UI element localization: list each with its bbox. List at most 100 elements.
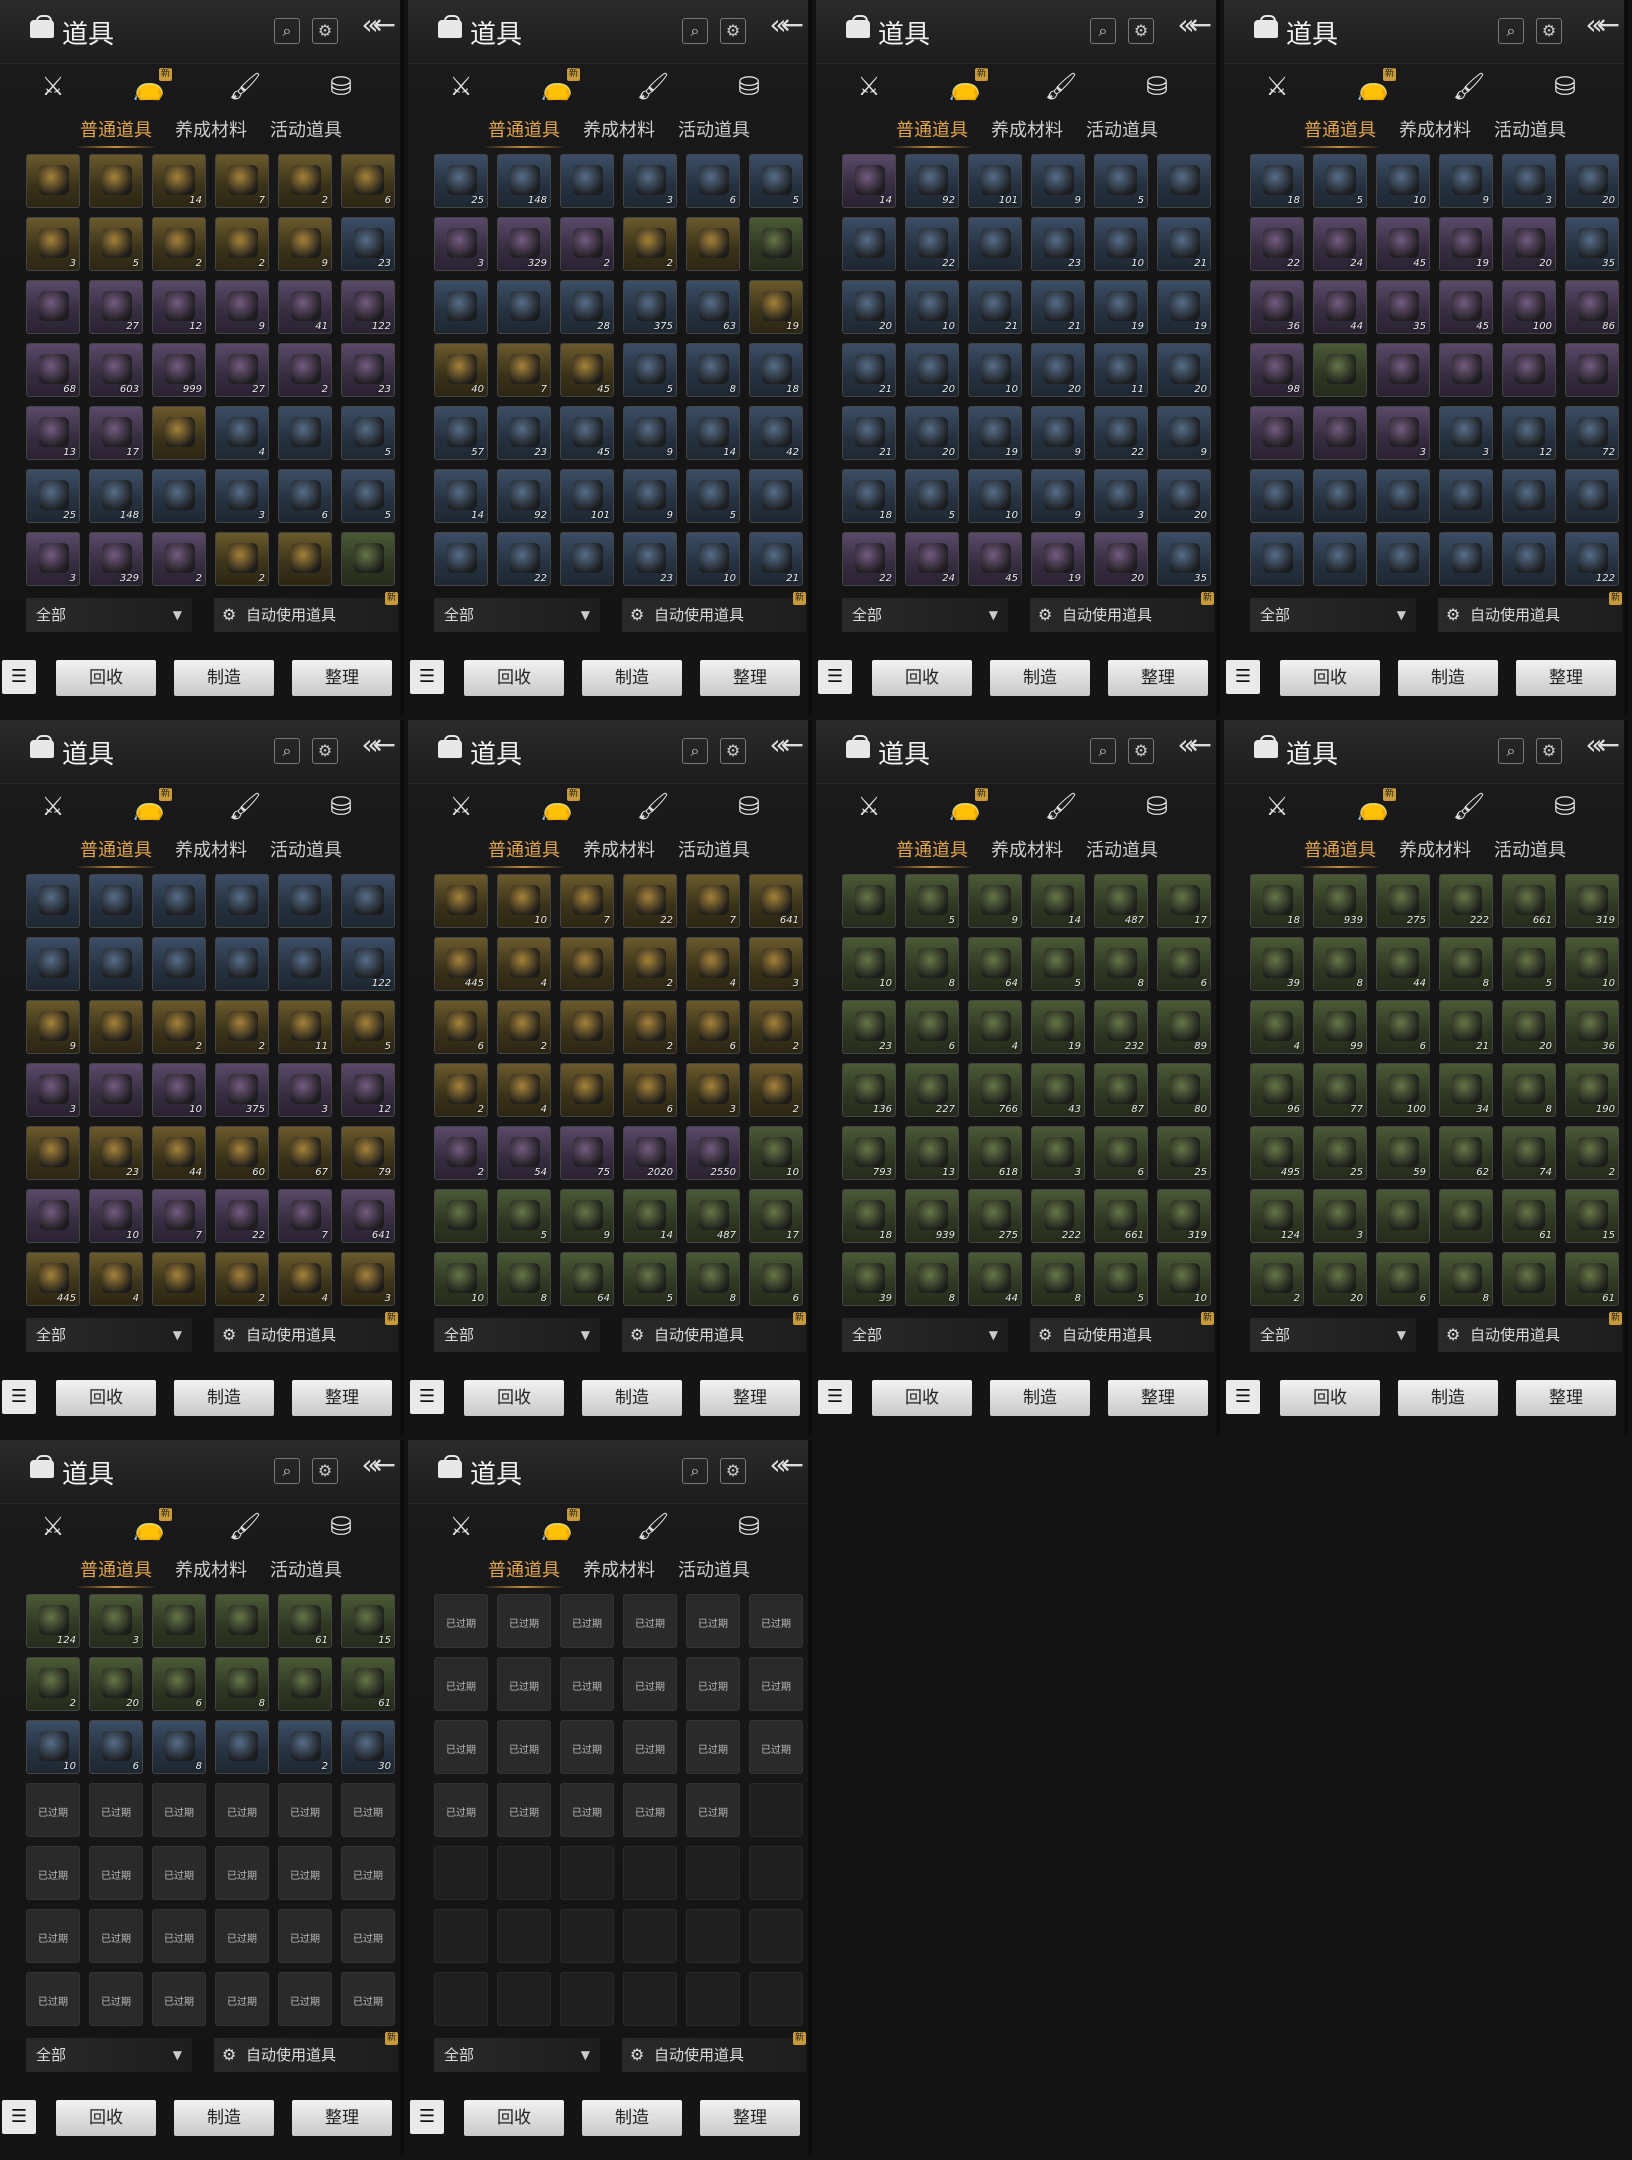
item-slot[interactable]: 45 bbox=[1439, 280, 1493, 334]
item-slot[interactable]: 10 bbox=[686, 532, 740, 586]
item-slot[interactable]: 已过期 bbox=[623, 1594, 677, 1648]
search-button[interactable]: ⌕ bbox=[1498, 738, 1524, 764]
item-slot[interactable]: 40 bbox=[434, 343, 488, 397]
item-slot[interactable] bbox=[434, 1189, 488, 1243]
item-slot[interactable]: 已过期 bbox=[497, 1783, 551, 1837]
scroll-category[interactable]: 🖌 bbox=[636, 790, 670, 824]
item-slot[interactable]: 5 bbox=[89, 217, 143, 271]
coin-category[interactable]: ⛁ bbox=[324, 790, 358, 824]
item-slot[interactable]: 已过期 bbox=[434, 1657, 488, 1711]
item-slot[interactable]: 10 bbox=[905, 280, 959, 334]
item-slot[interactable]: 99 bbox=[1313, 1000, 1367, 1054]
item-slot[interactable]: 8 bbox=[497, 1252, 551, 1306]
sort-button[interactable]: 整理 bbox=[292, 2100, 392, 2136]
tab-1[interactable]: 养成材料 bbox=[175, 836, 247, 862]
item-slot[interactable]: 已过期 bbox=[341, 1909, 395, 1963]
craft-button[interactable]: 制造 bbox=[990, 660, 1090, 696]
item-slot[interactable]: 22 bbox=[497, 532, 551, 586]
search-button[interactable]: ⌕ bbox=[1090, 18, 1116, 44]
item-slot[interactable] bbox=[278, 1657, 332, 1711]
item-slot[interactable]: 72 bbox=[1565, 406, 1619, 460]
item-slot[interactable]: 20 bbox=[1502, 1000, 1556, 1054]
collapse-back-button[interactable]: «← bbox=[1585, 728, 1620, 761]
item-slot[interactable]: 21 bbox=[1031, 280, 1085, 334]
item-slot[interactable]: 136 bbox=[842, 1063, 896, 1117]
scroll-category[interactable]: 🖌 bbox=[1452, 70, 1486, 104]
item-slot[interactable]: 已过期 bbox=[152, 1846, 206, 1900]
item-slot[interactable]: 已过期 bbox=[686, 1720, 740, 1774]
item-slot[interactable]: 86 bbox=[1565, 280, 1619, 334]
item-slot[interactable]: 已过期 bbox=[623, 1783, 677, 1837]
item-slot[interactable]: 329 bbox=[497, 217, 551, 271]
item-slot[interactable]: 10 bbox=[1376, 154, 1430, 208]
item-slot[interactable]: 9 bbox=[623, 406, 677, 460]
scroll-category[interactable]: 🖌 bbox=[1044, 790, 1078, 824]
item-slot[interactable]: 4 bbox=[215, 406, 269, 460]
item-slot[interactable]: 22 bbox=[1094, 406, 1148, 460]
item-slot[interactable] bbox=[560, 1000, 614, 1054]
bag-category[interactable]: 👝 新 bbox=[540, 788, 580, 824]
item-slot[interactable]: 19 bbox=[1031, 532, 1085, 586]
item-slot[interactable]: 25 bbox=[1157, 1126, 1211, 1180]
item-slot[interactable]: 495 bbox=[1250, 1126, 1304, 1180]
item-slot[interactable]: 20 bbox=[1094, 532, 1148, 586]
item-slot[interactable]: 939 bbox=[905, 1189, 959, 1243]
weapon-category[interactable]: ⚔ bbox=[444, 70, 478, 104]
item-slot[interactable] bbox=[434, 874, 488, 928]
item-slot[interactable]: 59 bbox=[1376, 1126, 1430, 1180]
item-slot[interactable]: 25 bbox=[1313, 1126, 1367, 1180]
item-slot[interactable]: 24 bbox=[905, 532, 959, 586]
item-slot[interactable]: 319 bbox=[1157, 1189, 1211, 1243]
item-slot[interactable] bbox=[1439, 1189, 1493, 1243]
scroll-category[interactable]: 🖌 bbox=[1452, 790, 1486, 824]
item-slot[interactable] bbox=[1565, 343, 1619, 397]
item-slot[interactable]: 6 bbox=[905, 1000, 959, 1054]
item-slot[interactable]: 124 bbox=[26, 1594, 80, 1648]
item-slot[interactable]: 25 bbox=[434, 154, 488, 208]
item-slot[interactable]: 19 bbox=[1031, 1000, 1085, 1054]
item-slot[interactable]: 10 bbox=[1157, 1252, 1211, 1306]
item-slot[interactable] bbox=[1502, 1252, 1556, 1306]
item-slot[interactable]: 4 bbox=[497, 1063, 551, 1117]
item-slot[interactable] bbox=[26, 937, 80, 991]
item-slot[interactable]: 2 bbox=[215, 1000, 269, 1054]
item-slot[interactable]: 2020 bbox=[623, 1126, 677, 1180]
item-slot[interactable]: 7 bbox=[215, 154, 269, 208]
item-slot[interactable]: 已过期 bbox=[434, 1783, 488, 1837]
item-slot[interactable] bbox=[26, 874, 80, 928]
item-slot[interactable]: 67 bbox=[278, 1126, 332, 1180]
item-slot[interactable]: 7 bbox=[152, 1189, 206, 1243]
tab-2[interactable]: 活动道具 bbox=[678, 1556, 750, 1582]
recycle-button[interactable]: 回收 bbox=[56, 1380, 156, 1416]
auto-use-items-button[interactable]: ⚙ 自动使用道具 新 bbox=[622, 1312, 806, 1352]
item-slot[interactable]: 4 bbox=[686, 937, 740, 991]
item-slot[interactable]: 已过期 bbox=[560, 1720, 614, 1774]
item-slot[interactable] bbox=[1502, 532, 1556, 586]
item-slot[interactable]: 61 bbox=[341, 1657, 395, 1711]
coin-category[interactable]: ⛁ bbox=[324, 70, 358, 104]
item-slot[interactable]: 7 bbox=[497, 343, 551, 397]
auto-use-items-button[interactable]: ⚙ 自动使用道具 新 bbox=[622, 592, 806, 632]
item-slot[interactable]: 2 bbox=[623, 217, 677, 271]
item-slot[interactable]: 7 bbox=[686, 874, 740, 928]
item-slot[interactable]: 6 bbox=[686, 1000, 740, 1054]
item-slot[interactable]: 3 bbox=[623, 154, 677, 208]
item-slot[interactable]: 148 bbox=[497, 154, 551, 208]
bag-category[interactable]: 👝 新 bbox=[132, 788, 172, 824]
item-slot[interactable]: 10 bbox=[842, 937, 896, 991]
tab-2[interactable]: 活动道具 bbox=[678, 116, 750, 142]
item-slot[interactable]: 已过期 bbox=[341, 1846, 395, 1900]
item-slot[interactable]: 5 bbox=[905, 874, 959, 928]
item-slot[interactable]: 641 bbox=[341, 1189, 395, 1243]
item-slot[interactable]: 23 bbox=[623, 532, 677, 586]
item-slot[interactable]: 793 bbox=[842, 1126, 896, 1180]
item-slot[interactable] bbox=[623, 1972, 677, 2026]
item-slot[interactable]: 6 bbox=[434, 1000, 488, 1054]
item-slot[interactable]: 6 bbox=[623, 1063, 677, 1117]
item-slot[interactable] bbox=[560, 1063, 614, 1117]
scroll-category[interactable]: 🖌 bbox=[228, 790, 262, 824]
item-slot[interactable]: 77 bbox=[1313, 1063, 1367, 1117]
item-slot[interactable]: 4 bbox=[278, 1252, 332, 1306]
item-slot[interactable]: 57 bbox=[434, 406, 488, 460]
item-slot[interactable]: 603 bbox=[89, 343, 143, 397]
